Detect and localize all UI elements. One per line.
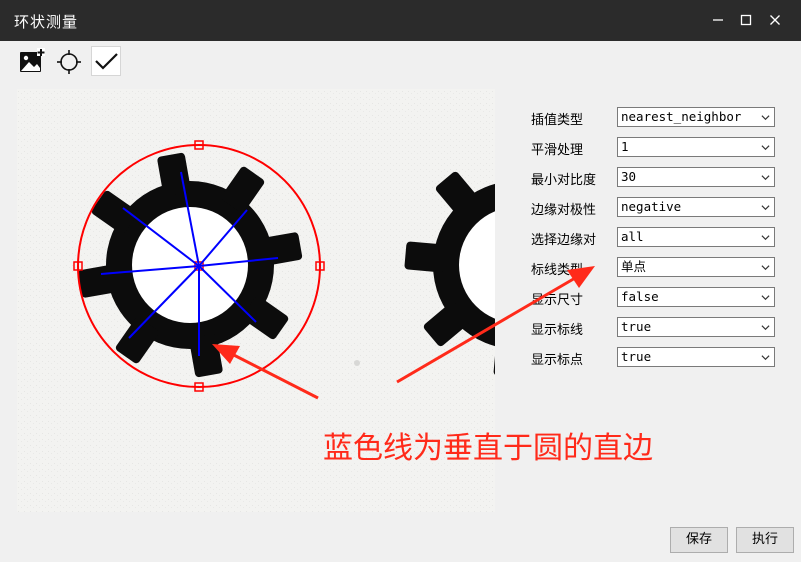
window-title: 环状测量 — [14, 13, 79, 31]
smoothing-select[interactable]: 1 — [617, 137, 775, 157]
line-type-select[interactable]: 单点 — [617, 257, 775, 277]
property-label-show-lines: 显示标线 — [531, 323, 584, 338]
annotation-text: 蓝色线为垂直于圆的直边 — [323, 431, 653, 466]
min-contrast-select[interactable]: 30 — [617, 167, 775, 187]
show-lines-select[interactable]: true — [617, 317, 775, 337]
maximize-button[interactable] — [733, 8, 759, 32]
chevron-down-icon — [761, 355, 770, 361]
circle-measure-button[interactable] — [54, 46, 84, 76]
property-label-show-points: 显示标点 — [531, 353, 584, 368]
add-image-icon — [20, 48, 45, 72]
load-image-button[interactable] — [17, 46, 47, 76]
crosshair-circle-icon — [57, 50, 81, 74]
chevron-down-icon — [761, 205, 770, 211]
maximize-icon — [740, 14, 752, 26]
close-icon — [770, 15, 780, 25]
property-label-show-size: 显示尺寸 — [531, 293, 584, 308]
property-label-line-type: 标线类型 — [531, 263, 584, 278]
chevron-down-icon — [761, 145, 770, 151]
interpolation-select[interactable]: nearest_neighbor — [617, 107, 775, 127]
confirm-button[interactable] — [91, 46, 121, 76]
edge-pair-select[interactable]: all — [617, 227, 775, 247]
chevron-down-icon — [761, 295, 770, 301]
save-button[interactable]: 保存 — [670, 527, 728, 553]
close-button[interactable] — [762, 8, 788, 32]
chevron-down-icon — [761, 115, 770, 121]
chevron-down-icon — [761, 235, 770, 241]
chevron-down-icon — [761, 265, 770, 271]
property-label-edge-polarity: 边缘对极性 — [531, 203, 597, 218]
minimize-icon — [713, 19, 723, 21]
chevron-down-icon — [761, 175, 770, 181]
show-size-select[interactable]: false — [617, 287, 775, 307]
property-label-edge-pair: 选择边缘对 — [531, 233, 597, 248]
chevron-down-icon — [761, 325, 770, 331]
minimize-button[interactable] — [705, 8, 731, 32]
gear-tooth — [404, 241, 447, 273]
checkmark-icon — [95, 53, 118, 70]
property-label-interpolation: 插值类型 — [531, 113, 584, 128]
property-label-min-contrast: 最小对比度 — [531, 173, 597, 188]
title-bar: 环状测量 — [0, 0, 801, 41]
execute-button[interactable]: 执行 — [736, 527, 794, 553]
edge-polarity-select[interactable]: negative — [617, 197, 775, 217]
property-label-smoothing: 平滑处理 — [531, 143, 584, 158]
show-points-select[interactable]: true — [617, 347, 775, 367]
